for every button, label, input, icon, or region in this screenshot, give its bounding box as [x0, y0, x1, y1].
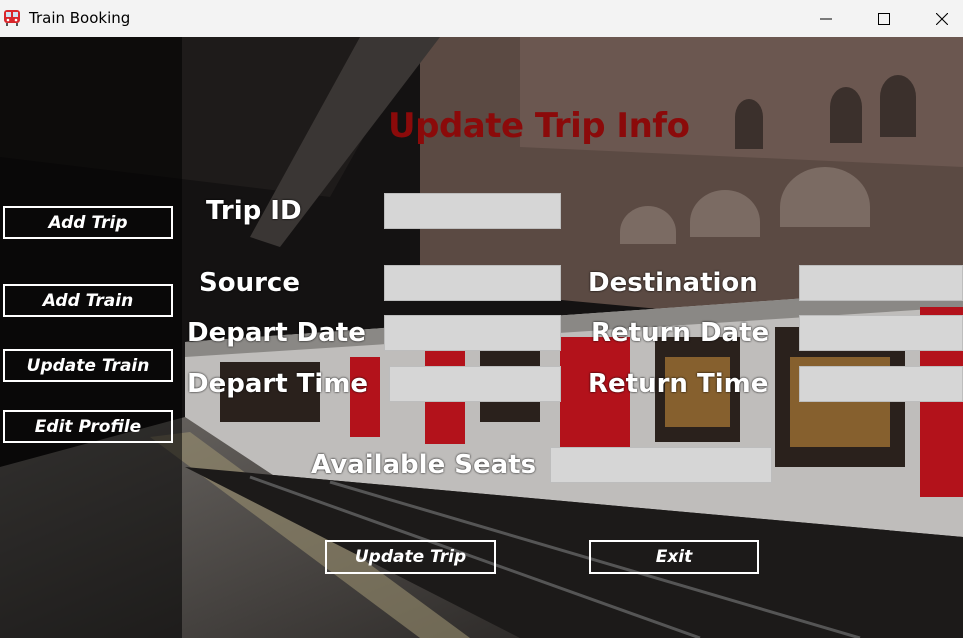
available-seats-field[interactable] [550, 447, 772, 483]
close-button[interactable] [913, 0, 963, 37]
return-time-label: Return Time [588, 369, 769, 399]
trip-id-label: Trip ID [206, 196, 302, 226]
depart-date-label: Depart Date [187, 318, 366, 348]
available-seats-label: Available Seats [311, 450, 537, 480]
depart-time-label: Depart Time [187, 369, 369, 399]
update-trip-button[interactable]: Update Trip [325, 540, 496, 574]
minimize-icon [820, 18, 832, 19]
update-train-button[interactable]: Update Train [3, 349, 173, 382]
train-icon [4, 10, 20, 26]
maximize-icon [878, 12, 890, 25]
window-title: Train Booking [29, 9, 131, 27]
sidebar-overlay [0, 37, 182, 638]
return-time-field[interactable] [799, 366, 963, 402]
add-train-button[interactable]: Add Train [3, 284, 173, 317]
destination-field[interactable] [799, 265, 963, 301]
title-bar: Train Booking [0, 0, 963, 37]
return-date-field[interactable] [799, 315, 963, 351]
exit-button[interactable]: Exit [589, 540, 759, 574]
minimize-button[interactable] [797, 0, 855, 37]
page-title: Update Trip Info [388, 106, 690, 146]
add-trip-button[interactable]: Add Trip [3, 206, 173, 239]
close-icon [936, 12, 948, 25]
trip-id-field[interactable] [384, 193, 561, 229]
edit-profile-button[interactable]: Edit Profile [3, 410, 173, 443]
depart-time-field[interactable] [389, 366, 561, 402]
depart-date-field[interactable] [384, 315, 561, 351]
source-label: Source [199, 268, 300, 298]
maximize-button[interactable] [855, 0, 913, 37]
source-field[interactable] [384, 265, 561, 301]
destination-label: Destination [588, 268, 758, 298]
return-date-label: Return Date [591, 318, 770, 348]
